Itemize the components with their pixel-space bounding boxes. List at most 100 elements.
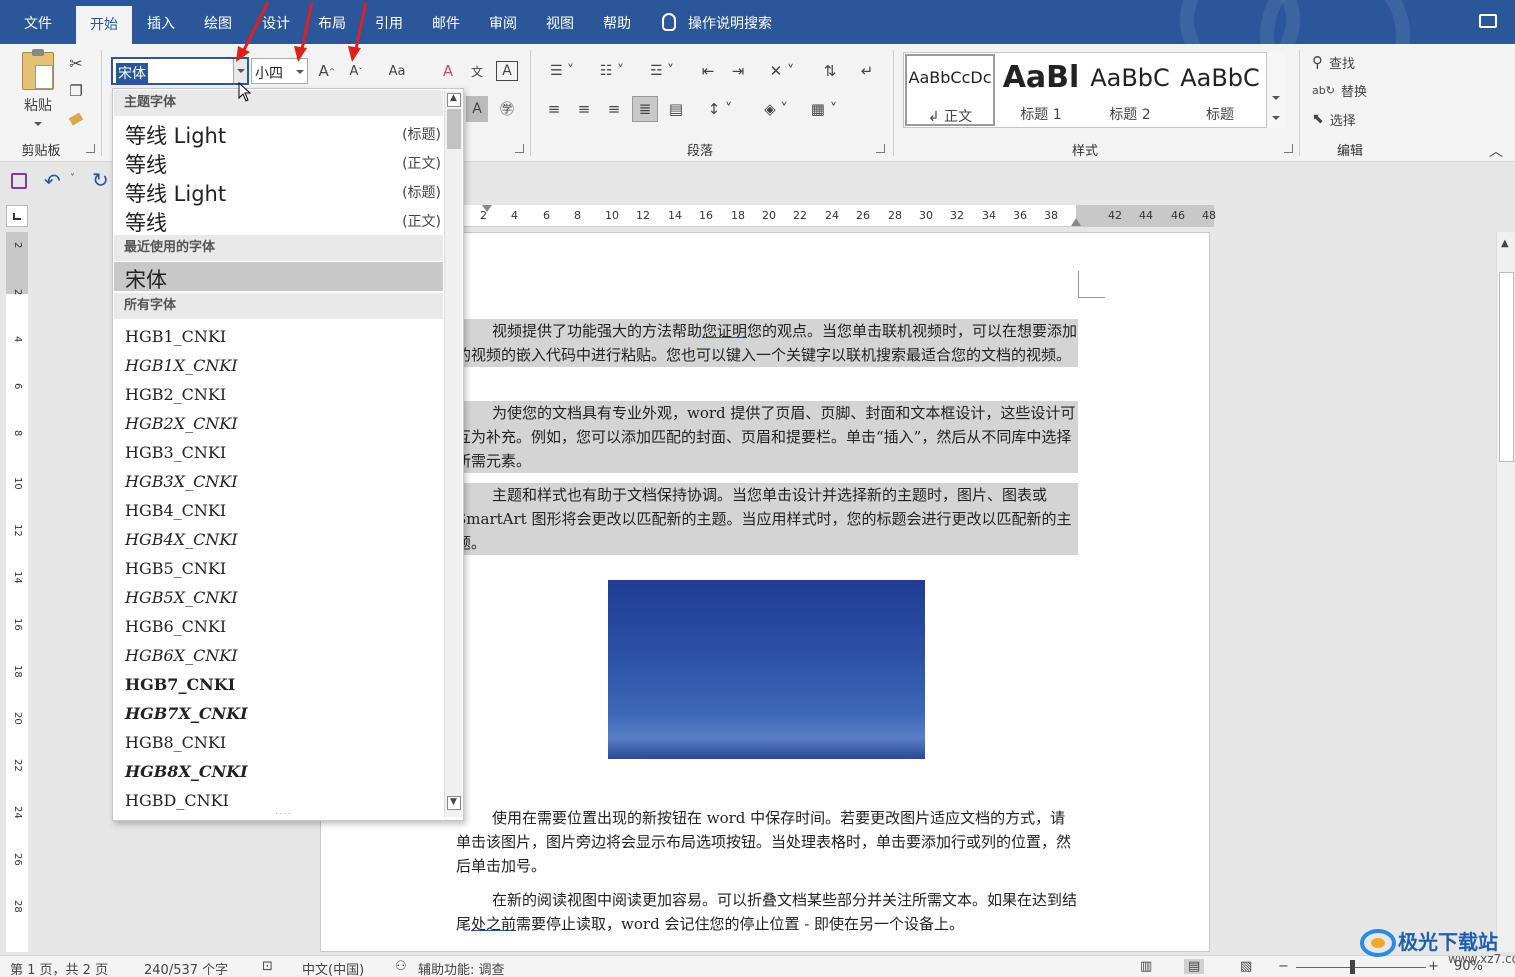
shading-icon[interactable]: ◈ ˅ [756, 96, 796, 122]
right-indent-marker[interactable] [1071, 218, 1081, 226]
font-item[interactable]: HGB5X_CNKI [114, 583, 443, 612]
paragraph-launcher-icon[interactable] [876, 144, 885, 153]
vertical-ruler[interactable]: 2 2 4 6 8 10 12 14 16 18 20 22 24 26 28 [6, 232, 28, 952]
print-layout-icon[interactable]: ▤ [1184, 959, 1205, 974]
font-item-dengxian-light[interactable]: 等线 Light (标题) [114, 118, 443, 148]
styles-launcher-icon[interactable] [1284, 144, 1293, 153]
scroll-thumb[interactable] [1499, 272, 1514, 462]
font-item[interactable]: HGB6_CNKI [114, 612, 443, 641]
font-item-dengxian-light[interactable]: 等线 Light (标题) [114, 176, 443, 206]
font-item[interactable]: HGB1X_CNKI [114, 351, 443, 380]
font-item[interactable]: HGB3_CNKI [114, 438, 443, 467]
tab-mailings[interactable]: 邮件 [424, 0, 468, 44]
scroll-up-icon[interactable]: ▲ [1501, 238, 1509, 249]
tab-insert[interactable]: 插入 [138, 0, 184, 44]
paste-button[interactable]: 粘贴 [18, 92, 58, 118]
increase-indent-icon[interactable]: ⇥ [726, 58, 750, 84]
asian-layout-icon[interactable]: ✕ ˅ [762, 58, 802, 84]
paragraph[interactable]: 在新的阅读视图中阅读更加容易。可以折叠文档某些部分并关注所需文本。如果在达到结尾… [456, 888, 1078, 936]
paragraph[interactable]: 使用在需要位置出现的新按钮在 word 中保存时间。若要更改图片适应文档的方式，… [456, 806, 1078, 878]
zoom-out-icon[interactable]: − [1278, 959, 1289, 974]
save-icon[interactable] [11, 173, 27, 189]
font-item[interactable]: HGB4X_CNKI [114, 525, 443, 554]
character-shading-icon[interactable]: A [466, 96, 488, 122]
scroll-up-icon[interactable]: ▲ [447, 93, 461, 107]
align-right-icon[interactable]: ≡ [602, 96, 626, 122]
font-item[interactable]: HGB2_CNKI [114, 380, 443, 409]
accessibility-status[interactable]: 辅助功能: 调查 [418, 959, 505, 977]
font-item[interactable]: HGB4_CNKI [114, 496, 443, 525]
paragraph[interactable]: 为使您的文档具有专业外观，word 提供了页眉、页脚、封面和文本框设计，这些设计… [456, 401, 1078, 473]
collapse-ribbon-icon[interactable]: ︿ [1486, 138, 1506, 164]
font-item[interactable]: HGB1_CNKI [114, 322, 443, 351]
word-count[interactable]: 240/537 个字 [144, 959, 228, 977]
zoom-slider[interactable] [1296, 967, 1426, 968]
help-search[interactable]: 操作说明搜索 [662, 0, 772, 44]
style-title[interactable]: AaBbC 标题 [1175, 54, 1265, 126]
change-case-button[interactable]: Aa [380, 58, 414, 84]
paste-icon[interactable] [22, 49, 54, 90]
tab-selector[interactable] [6, 205, 28, 227]
copy-icon[interactable]: ❐ [66, 78, 86, 104]
read-mode-icon[interactable]: ▥ [1140, 959, 1152, 974]
font-item-dengxian[interactable]: 等线 (正文) [114, 205, 443, 235]
enclose-characters-icon[interactable]: ㊫ [496, 96, 518, 122]
undo-icon[interactable]: ↶ [44, 169, 61, 193]
tab-file[interactable]: 文件 [14, 0, 62, 44]
sort-icon[interactable]: ⇅ [818, 58, 842, 84]
font-size-chevron-icon[interactable] [296, 70, 304, 74]
tab-view[interactable]: 视图 [538, 0, 582, 44]
comment-icon[interactable] [1479, 14, 1497, 28]
page-count[interactable]: 第 1 页，共 2 页 [10, 959, 108, 977]
distributed-icon[interactable]: ▤ [664, 96, 688, 122]
paragraph[interactable]: 主题和样式也有助于文档保持协调。当您单击设计并选择新的主题时，图片、图表或 Sm… [456, 483, 1078, 555]
style-normal[interactable]: AaBbCcDc ↲ 正文 [905, 54, 995, 126]
character-border-icon[interactable]: A [496, 61, 518, 81]
resize-grip-icon[interactable]: ···· [275, 809, 292, 820]
redo-icon[interactable]: ↻ [92, 168, 109, 192]
zoom-slider-thumb[interactable] [1350, 960, 1355, 974]
paste-chevron-icon[interactable] [34, 122, 42, 126]
font-list-scrollbar[interactable]: ▲ ▼ [444, 91, 462, 817]
multilevel-list-icon[interactable]: ☲ ˅ [642, 58, 682, 84]
gallery-down-icon[interactable] [1272, 96, 1280, 100]
undo-chevron-icon[interactable]: ˅ [70, 173, 75, 184]
align-left-icon[interactable]: ≡ [542, 96, 566, 122]
tab-help[interactable]: 帮助 [595, 0, 639, 44]
cut-icon[interactable]: ✂ [66, 50, 86, 76]
font-item-songti[interactable]: 宋体 [114, 262, 443, 292]
document-image[interactable] [608, 580, 925, 759]
font-item[interactable]: HGB3X_CNKI [114, 467, 443, 496]
web-layout-icon[interactable]: ▧ [1240, 959, 1252, 974]
style-heading1[interactable]: AaBl 标题 1 [996, 54, 1086, 126]
gallery-more-icon[interactable] [1272, 116, 1280, 120]
phonetic-guide-icon[interactable]: 文 [466, 58, 488, 84]
line-spacing-icon[interactable]: ↕ ˅ [700, 96, 740, 122]
bullets-icon[interactable]: ☰ ˅ [542, 58, 582, 84]
language-status[interactable]: 中文(中国) [302, 959, 364, 977]
styles-gallery-scroll[interactable] [1266, 52, 1285, 128]
justify-icon[interactable]: ≣ [632, 96, 658, 122]
font-item[interactable]: HGB6X_CNKI [114, 641, 443, 670]
replace-button[interactable]: ab↻ 替换 [1312, 77, 1392, 103]
vertical-scrollbar[interactable]: ▲ [1496, 232, 1515, 952]
tab-review[interactable]: 审阅 [481, 0, 525, 44]
horizontal-ruler[interactable]: 2 4 6 8 10 12 14 16 18 20 22 24 26 28 30 32 34 36 38 42 44 46… [462, 205, 1216, 227]
clear-formatting-icon[interactable]: A [437, 58, 459, 84]
first-line-indent-marker[interactable] [482, 205, 492, 212]
numbering-icon[interactable]: ☷ ˅ [592, 58, 632, 84]
find-button[interactable]: ⚲ 查找 [1312, 49, 1392, 75]
borders-icon[interactable]: ▦ ˅ [804, 96, 844, 122]
clipboard-launcher-icon[interactable] [86, 144, 95, 153]
font-item[interactable]: HGB7X_CNKI [114, 699, 443, 728]
font-item[interactable]: HGB7_CNKI [114, 670, 443, 699]
font-item[interactable]: HGB8X_CNKI [114, 757, 443, 786]
paragraph[interactable]: 视频提供了功能强大的方法帮助您证明您的观点。当您单击联机视频时，可以在想要添加的… [456, 319, 1078, 367]
font-item[interactable]: HGB2X_CNKI [114, 409, 443, 438]
align-center-icon[interactable]: ≡ [572, 96, 596, 122]
font-item[interactable]: HGB5_CNKI [114, 554, 443, 583]
scroll-thumb[interactable] [447, 109, 461, 149]
style-heading2[interactable]: AaBbC 标题 2 [1085, 54, 1175, 126]
show-marks-icon[interactable]: ↵ [855, 58, 879, 84]
font-item[interactable]: HGB8_CNKI [114, 728, 443, 757]
